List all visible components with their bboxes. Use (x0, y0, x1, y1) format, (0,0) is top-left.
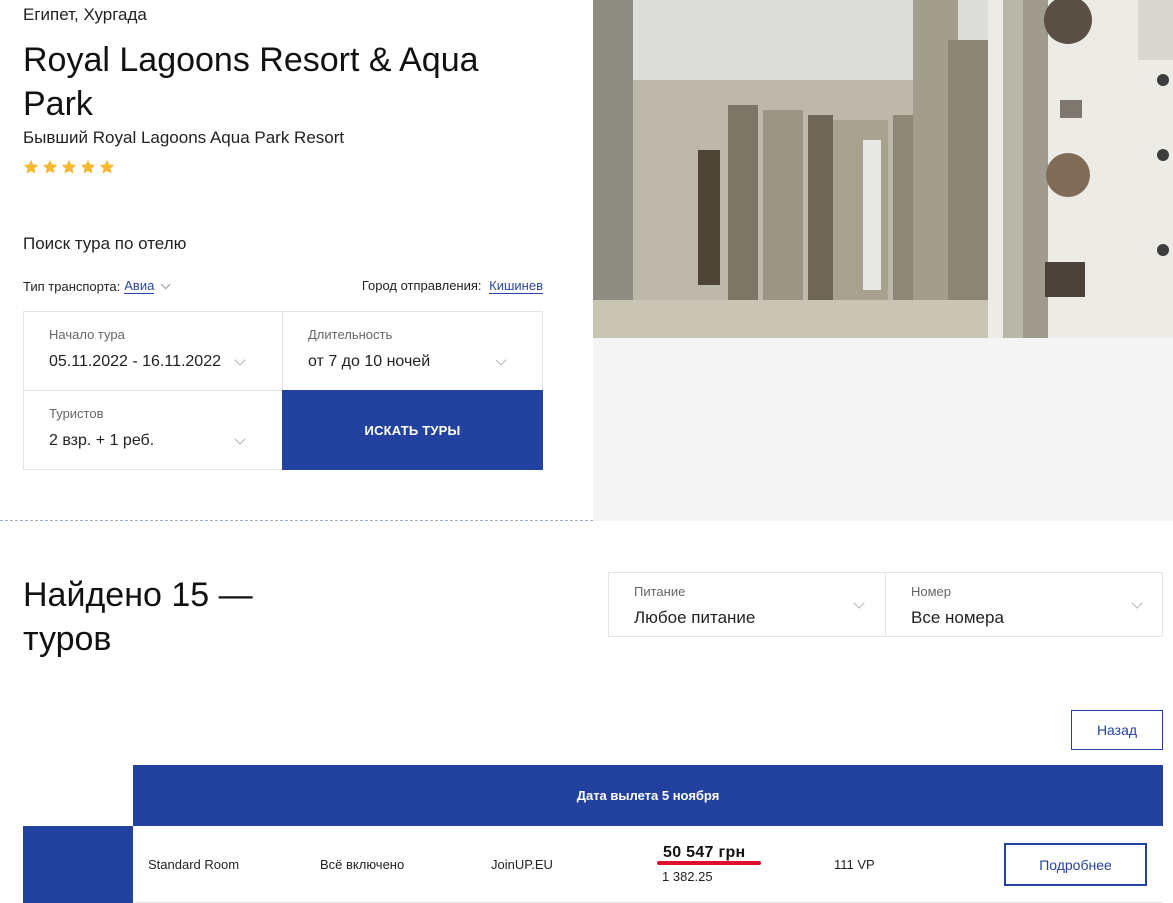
found-tours-heading: Найдено 15 — туров (23, 576, 253, 658)
city-label: Город отправления: (361, 278, 482, 293)
transport-label: Тип транспорта: (23, 278, 121, 294)
tourists-label: Туристов (49, 406, 104, 421)
room-filter[interactable]: Номер Все номера (886, 573, 1163, 636)
meal-filter-label: Питание (634, 584, 686, 599)
table-row: Standard Room Всё включено JoinUP.EU 50 … (133, 826, 1163, 903)
hotel-location: Египет, Хургада (23, 5, 147, 24)
tour-price-alt: 1 382.25 (662, 869, 713, 884)
section-divider (0, 520, 593, 521)
search-form: Начало тура 05.11.2022 - 16.11.2022 Длит… (23, 311, 543, 470)
hotel-title: Royal Lagoons Resort & Aqua Park (23, 41, 479, 123)
hotel-stars (22, 158, 116, 176)
chevron-down-icon (495, 354, 507, 366)
duration-label: Длительность (308, 327, 393, 342)
chevron-down-icon (234, 433, 246, 445)
star-icon (42, 159, 58, 174)
row-date-marker (23, 826, 133, 903)
meal-filter[interactable]: Питание Любое питание (609, 573, 886, 636)
room-filter-label: Номер (911, 584, 952, 599)
star-icon (23, 159, 39, 174)
departure-city-selector[interactable]: Город отправления: Кишинев (361, 278, 543, 294)
chevron-down-icon (853, 597, 865, 609)
star-icon (99, 159, 115, 174)
tour-price: 50 547 грн (663, 844, 746, 861)
search-title: Поиск тура по отелю (23, 234, 187, 253)
departure-date-header: Дата вылета 5 ноября (133, 765, 1163, 826)
star-icon (80, 159, 96, 174)
chevron-down-icon (234, 354, 246, 366)
meal-filter-value: Любое питание (634, 608, 756, 627)
duration-value: от 7 до 10 ночей (308, 353, 431, 370)
transport-selector[interactable]: Тип транспорта: Авиа (23, 278, 171, 294)
transport-value[interactable]: Авиа (124, 278, 155, 294)
back-button[interactable]: Назад (1071, 710, 1163, 750)
price-highlight-mark (657, 861, 761, 865)
results-filters: Питание Любое питание Номер Все номера (608, 572, 1163, 637)
tourists-field[interactable]: Туристов 2 взр. + 1 реб. (24, 391, 283, 470)
chevron-down-icon (1131, 597, 1143, 609)
star-icon (61, 159, 77, 174)
hotel-photo[interactable] (593, 0, 1173, 338)
tour-operator: JoinUP.EU (491, 857, 553, 872)
duration-field[interactable]: Длительность от 7 до 10 ночей (283, 312, 543, 391)
room-filter-value: Все номера (911, 608, 1004, 627)
chevron-down-icon (160, 278, 171, 289)
hotel-photo-image (593, 0, 1173, 338)
tourists-value: 2 взр. + 1 реб. (49, 432, 155, 449)
tour-start-label: Начало тура (49, 327, 125, 342)
flight-code: 111 VP (834, 857, 875, 872)
city-value[interactable]: Кишинев (489, 278, 543, 294)
hotel-photo-panel (593, 0, 1173, 521)
details-button[interactable]: Подробнее (1004, 843, 1147, 886)
tour-start-field[interactable]: Начало тура 05.11.2022 - 16.11.2022 (24, 312, 283, 391)
search-tours-button[interactable]: ИСКАТЬ ТУРЫ (282, 390, 543, 470)
meal-type: Всё включено (320, 857, 405, 872)
tour-start-value: 05.11.2022 - 16.11.2022 (49, 353, 221, 370)
hotel-former-name: Бывший Royal Lagoons Aqua Park Resort (23, 128, 345, 147)
room-type: Standard Room (148, 857, 240, 872)
